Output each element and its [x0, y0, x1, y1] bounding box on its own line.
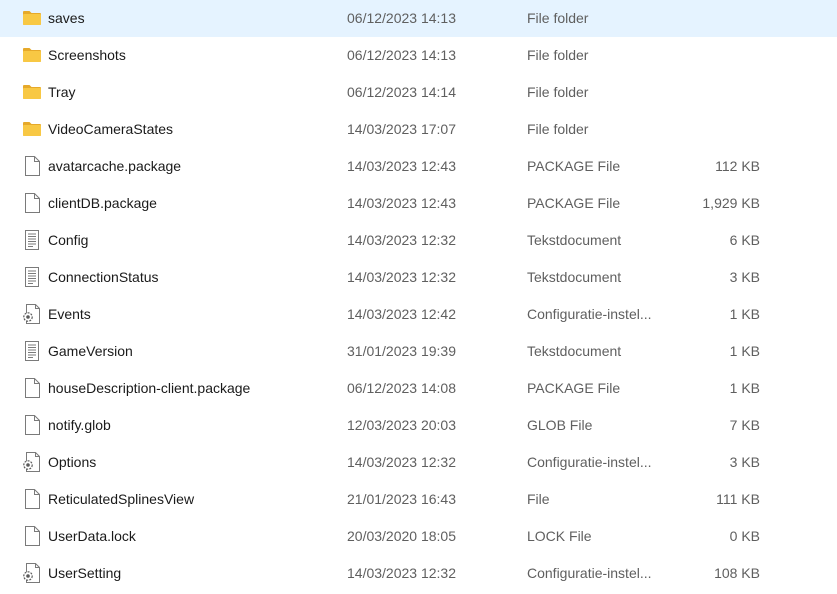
file-type: PACKAGE File [527, 195, 621, 211]
date-modified: 20/03/2020 18:05 [347, 528, 456, 544]
file-name[interactable]: ConnectionStatus [48, 269, 159, 285]
file-name[interactable]: notify.glob [48, 417, 111, 433]
file-name[interactable]: clientDB.package [48, 195, 157, 211]
date-modified: 14/03/2023 17:07 [347, 121, 456, 137]
file-row[interactable]: notify.glob 12/03/2023 20:03 GLOB File 7 KB [0, 407, 837, 444]
file-type: File folder [527, 121, 589, 137]
file-name[interactable]: Options [48, 454, 96, 470]
config-file-icon [22, 562, 42, 584]
file-size: 1,929 KB [702, 195, 760, 211]
file-row[interactable]: Config 14/03/2023 12:32 Tekstdocument 6 KB [0, 222, 837, 259]
file-row[interactable]: VideoCameraStates 14/03/2023 17:07 File fo… [0, 111, 837, 148]
file-name[interactable]: UserData.lock [48, 528, 136, 544]
file-type: Tekstdocument [527, 343, 622, 359]
date-modified: 06/12/2023 14:13 [347, 47, 456, 63]
file-name[interactable]: ReticulatedSplinesView [48, 491, 194, 507]
file-type: Configuratie-instel... [527, 565, 652, 581]
file-type: Tekstdocument [527, 269, 622, 285]
blank-file-icon [22, 377, 42, 399]
file-name[interactable]: VideoCameraStates [48, 121, 173, 137]
file-row[interactable]: Tray 06/12/2023 14:14 File folder [0, 74, 837, 111]
date-modified: 14/03/2023 12:32 [347, 454, 456, 470]
file-name[interactable]: UserSetting [48, 565, 121, 581]
file-size: 0 KB [729, 528, 760, 544]
file-type: File folder [527, 84, 589, 100]
file-name[interactable]: GameVersion [48, 343, 133, 359]
file-row[interactable]: clientDB.package 14/03/2023 12:43 PACKAGE … [0, 185, 837, 222]
date-modified: 31/01/2023 19:39 [347, 343, 456, 359]
text-document-icon [22, 229, 42, 251]
folder-icon [22, 118, 42, 140]
date-modified: 14/03/2023 12:43 [347, 195, 456, 211]
date-modified: 06/12/2023 14:13 [347, 10, 456, 26]
date-modified: 14/03/2023 12:43 [347, 158, 456, 174]
file-list: saves 06/12/2023 14:13 File folder Screensh… [0, 0, 837, 592]
file-type: Configuratie-instel... [527, 306, 652, 322]
file-size: 3 KB [729, 269, 760, 285]
file-row[interactable]: ConnectionStatus 14/03/2023 12:32 Tekstdoc… [0, 259, 837, 296]
date-modified: 14/03/2023 12:32 [347, 269, 456, 285]
file-type: Configuratie-instel... [527, 454, 652, 470]
date-modified: 14/03/2023 12:32 [347, 232, 456, 248]
blank-file-icon [22, 192, 42, 214]
file-type: File [527, 491, 550, 507]
file-row[interactable]: UserData.lock 20/03/2020 18:05 LOCK File 0 … [0, 518, 837, 555]
text-document-icon [22, 266, 42, 288]
file-name[interactable]: Tray [48, 84, 75, 100]
file-row[interactable]: saves 06/12/2023 14:13 File folder [0, 0, 837, 37]
blank-file-icon [22, 525, 42, 547]
file-name[interactable]: avatarcache.package [48, 158, 181, 174]
date-modified: 06/12/2023 14:08 [347, 380, 456, 396]
file-name[interactable]: Config [48, 232, 88, 248]
file-name[interactable]: Screenshots [48, 47, 126, 63]
blank-file-icon [22, 488, 42, 510]
file-name[interactable]: saves [48, 10, 85, 26]
file-size: 1 KB [729, 380, 760, 396]
date-modified: 14/03/2023 12:32 [347, 565, 456, 581]
file-size: 111 KB [716, 491, 760, 507]
file-type: PACKAGE File [527, 380, 621, 396]
file-row[interactable]: Events 14/03/2023 12:42 Configuratie-inste… [0, 296, 837, 333]
file-type: Tekstdocument [527, 232, 622, 248]
file-type: LOCK File [527, 528, 592, 544]
date-modified: 12/03/2023 20:03 [347, 417, 456, 433]
date-modified: 06/12/2023 14:14 [347, 84, 456, 100]
file-size: 7 KB [729, 417, 760, 433]
file-row[interactable]: Options 14/03/2023 12:32 Configuratie-inst… [0, 444, 837, 481]
file-size: 108 KB [714, 565, 760, 581]
folder-icon [22, 7, 42, 29]
file-name[interactable]: Events [48, 306, 91, 322]
file-row[interactable]: avatarcache.package 14/03/2023 12:43 PACKA… [0, 148, 837, 185]
blank-file-icon [22, 155, 42, 177]
file-type: PACKAGE File [527, 158, 621, 174]
config-file-icon [22, 451, 42, 473]
config-file-icon [22, 303, 42, 325]
folder-icon [22, 44, 42, 66]
blank-file-icon [22, 414, 42, 436]
file-row[interactable]: houseDescription-client.package 06/12/202… [0, 370, 837, 407]
file-row[interactable]: ReticulatedSplinesView 21/01/2023 16:43 Fi… [0, 481, 837, 518]
folder-icon [22, 81, 42, 103]
file-size: 1 KB [729, 306, 760, 322]
file-row[interactable]: GameVersion 31/01/2023 19:39 Tekstdocument… [0, 333, 837, 370]
file-size: 6 KB [729, 232, 760, 248]
file-type: File folder [527, 47, 589, 63]
date-modified: 21/01/2023 16:43 [347, 491, 456, 507]
file-type: GLOB File [527, 417, 593, 433]
file-size: 3 KB [729, 454, 760, 470]
file-name[interactable]: houseDescription-client.package [48, 380, 250, 396]
file-size: 112 KB [715, 158, 760, 174]
file-type: File folder [527, 10, 589, 26]
file-size: 1 KB [729, 343, 760, 359]
file-row[interactable]: UserSetting 14/03/2023 12:32 Configuratie-… [0, 555, 837, 592]
file-row[interactable]: Screenshots 06/12/2023 14:13 File folder [0, 37, 837, 74]
date-modified: 14/03/2023 12:42 [347, 306, 456, 322]
text-document-icon [22, 340, 42, 362]
